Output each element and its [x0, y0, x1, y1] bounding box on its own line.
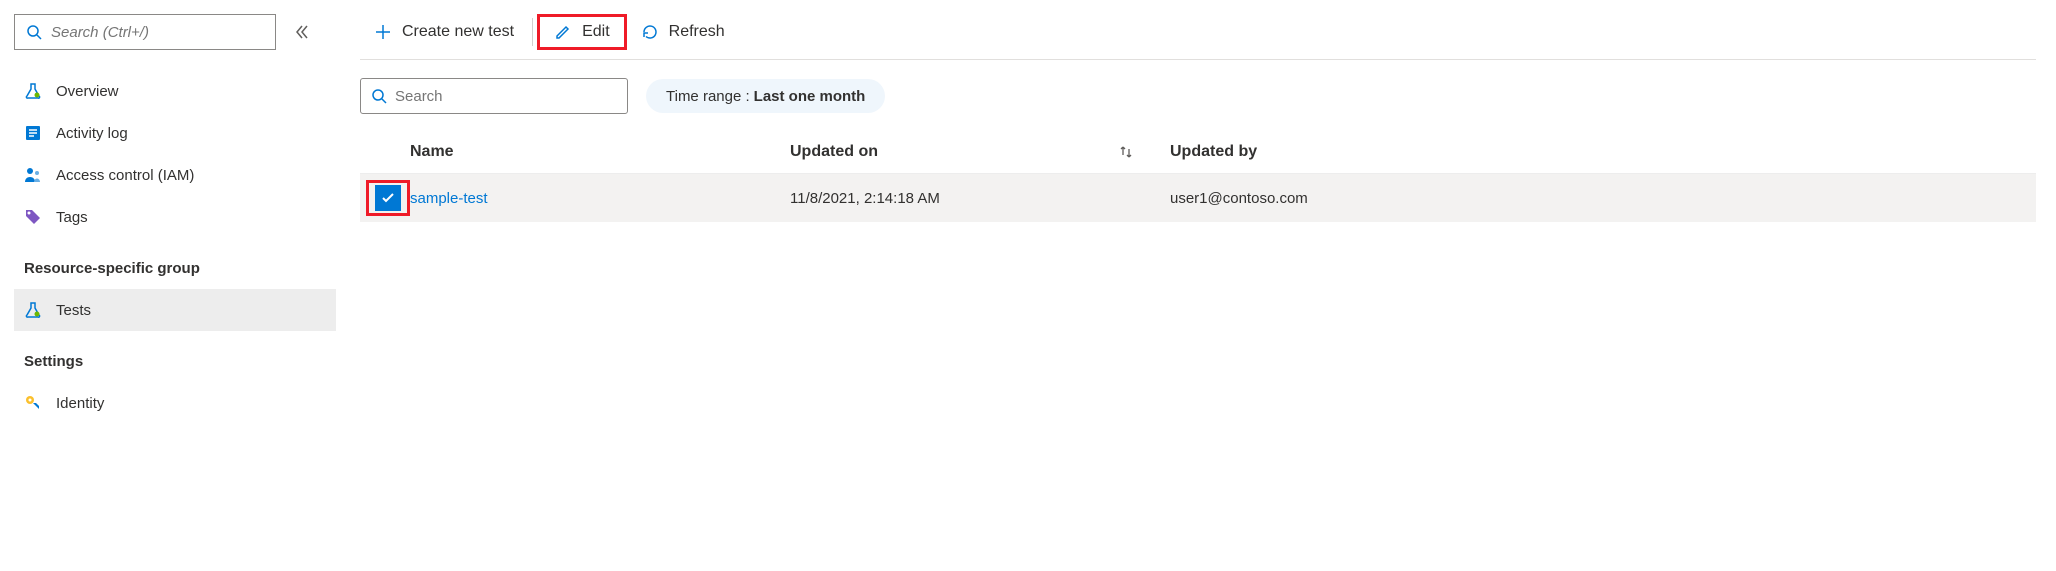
table-header: Name Updated on Updated by: [360, 130, 2036, 174]
row-name-link[interactable]: sample-test: [410, 190, 790, 207]
tag-icon: [24, 208, 42, 226]
sidebar-item-access-control[interactable]: Access control (IAM): [14, 154, 336, 196]
sidebar-item-label: Access control (IAM): [56, 167, 194, 184]
column-header-name[interactable]: Name: [410, 143, 790, 161]
sidebar-item-tags[interactable]: Tags: [14, 196, 336, 238]
search-icon: [25, 23, 43, 41]
sidebar: Overview Activity log Access control (IA…: [0, 0, 340, 571]
sidebar-item-label: Tags: [56, 209, 88, 226]
toolbar-separator: [532, 18, 533, 46]
filter-search-box[interactable]: [360, 78, 628, 114]
log-icon: [24, 124, 42, 142]
search-icon: [371, 88, 387, 104]
flask-icon: [24, 301, 42, 319]
toolbar-label: Edit: [582, 23, 610, 41]
sidebar-group-settings: Settings: [14, 331, 336, 382]
sidebar-item-overview[interactable]: Overview: [14, 70, 336, 112]
row-updated-by: user1@contoso.com: [1170, 190, 2036, 207]
refresh-icon: [641, 23, 659, 41]
pencil-icon: [554, 23, 572, 41]
sidebar-search-box[interactable]: [14, 14, 276, 50]
sidebar-group-resource: Resource-specific group: [14, 238, 336, 289]
toolbar-label: Refresh: [669, 23, 725, 41]
table-row[interactable]: sample-test 11/8/2021, 2:14:18 AM user1@…: [360, 174, 2036, 222]
sidebar-item-label: Activity log: [56, 125, 128, 142]
sidebar-item-label: Tests: [56, 302, 91, 319]
time-range-label: Time range :: [666, 88, 750, 105]
column-header-updated-by[interactable]: Updated by: [1170, 143, 2036, 161]
column-header-label: Updated on: [790, 143, 878, 161]
toolbar-label: Create new test: [402, 23, 514, 41]
iam-icon: [24, 166, 42, 184]
key-icon: [24, 394, 42, 412]
sidebar-item-label: Identity: [56, 395, 104, 412]
toolbar: Create new test Edit Refresh: [360, 14, 2036, 60]
time-range-filter[interactable]: Time range : Last one month: [646, 79, 885, 113]
sort-icon[interactable]: [1118, 144, 1134, 160]
time-range-value: Last one month: [754, 88, 866, 105]
sidebar-item-identity[interactable]: Identity: [14, 382, 336, 424]
row-updated-on: 11/8/2021, 2:14:18 AM: [790, 190, 1170, 207]
create-new-test-button[interactable]: Create new test: [360, 14, 528, 50]
sidebar-item-activity-log[interactable]: Activity log: [14, 112, 336, 154]
flask-icon: [24, 82, 42, 100]
sidebar-item-label: Overview: [56, 83, 119, 100]
row-checkbox[interactable]: [375, 185, 401, 211]
refresh-button[interactable]: Refresh: [627, 14, 739, 50]
column-header-updated-on[interactable]: Updated on: [790, 143, 1170, 161]
filter-row: Time range : Last one month: [360, 78, 2036, 114]
sidebar-search-input[interactable]: [51, 24, 265, 41]
sidebar-item-tests[interactable]: Tests: [14, 289, 336, 331]
edit-button[interactable]: Edit: [537, 14, 627, 50]
row-checkbox-wrap[interactable]: [366, 180, 410, 216]
sidebar-search-row: [14, 14, 336, 50]
plus-icon: [374, 23, 392, 41]
filter-search-input[interactable]: [395, 88, 617, 105]
collapse-sidebar-button[interactable]: [294, 24, 310, 40]
main-content: Create new test Edit Refresh Time range …: [340, 0, 2056, 571]
